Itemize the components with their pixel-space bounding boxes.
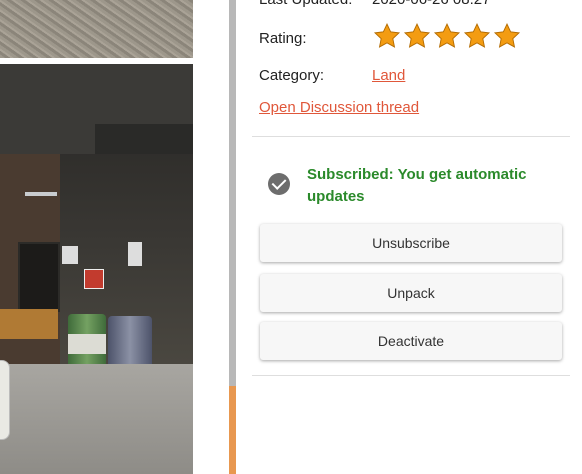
unsubscribe-button[interactable]: Unsubscribe: [260, 224, 562, 262]
rating-row: Rating:: [259, 22, 522, 54]
unpack-button[interactable]: Unpack: [260, 274, 562, 312]
divider: [252, 136, 570, 137]
subscription-status: Subscribed: You get automatic updates: [268, 164, 547, 208]
scrollbar-track[interactable]: [229, 0, 236, 386]
preview-image-main[interactable]: [0, 64, 193, 474]
rating-stars: [372, 22, 522, 54]
category-link[interactable]: Land: [372, 67, 405, 84]
details-panel: Last Updated: 2020-06-26 08:27 Rating: C…: [236, 0, 582, 474]
category-row: Category: Land: [259, 67, 405, 84]
subscription-status-text: Subscribed: You get automatic updates: [307, 166, 527, 205]
last-updated-row: Last Updated: 2020-06-26 08:27: [259, 0, 490, 8]
star-icon: [493, 23, 521, 48]
star-icon: [403, 23, 431, 48]
divider: [252, 375, 570, 376]
category-label: Category:: [259, 67, 325, 84]
star-icon: [463, 23, 491, 48]
preview-image-top[interactable]: [0, 0, 193, 58]
mod-details-page: Last Updated: 2020-06-26 08:27 Rating: C…: [0, 0, 582, 474]
star-icon: [433, 23, 461, 48]
discussion-thread-link[interactable]: Open Discussion thread: [259, 99, 419, 116]
check-circle-icon: [268, 173, 290, 195]
deactivate-button[interactable]: Deactivate: [260, 322, 562, 360]
scrollbar-accent: [229, 386, 236, 474]
star-icon: [373, 23, 401, 48]
last-updated-label: Last Updated:: [259, 0, 372, 8]
last-updated-value: 2020-06-26 08:27: [372, 0, 490, 8]
rating-label: Rating:: [259, 29, 307, 47]
